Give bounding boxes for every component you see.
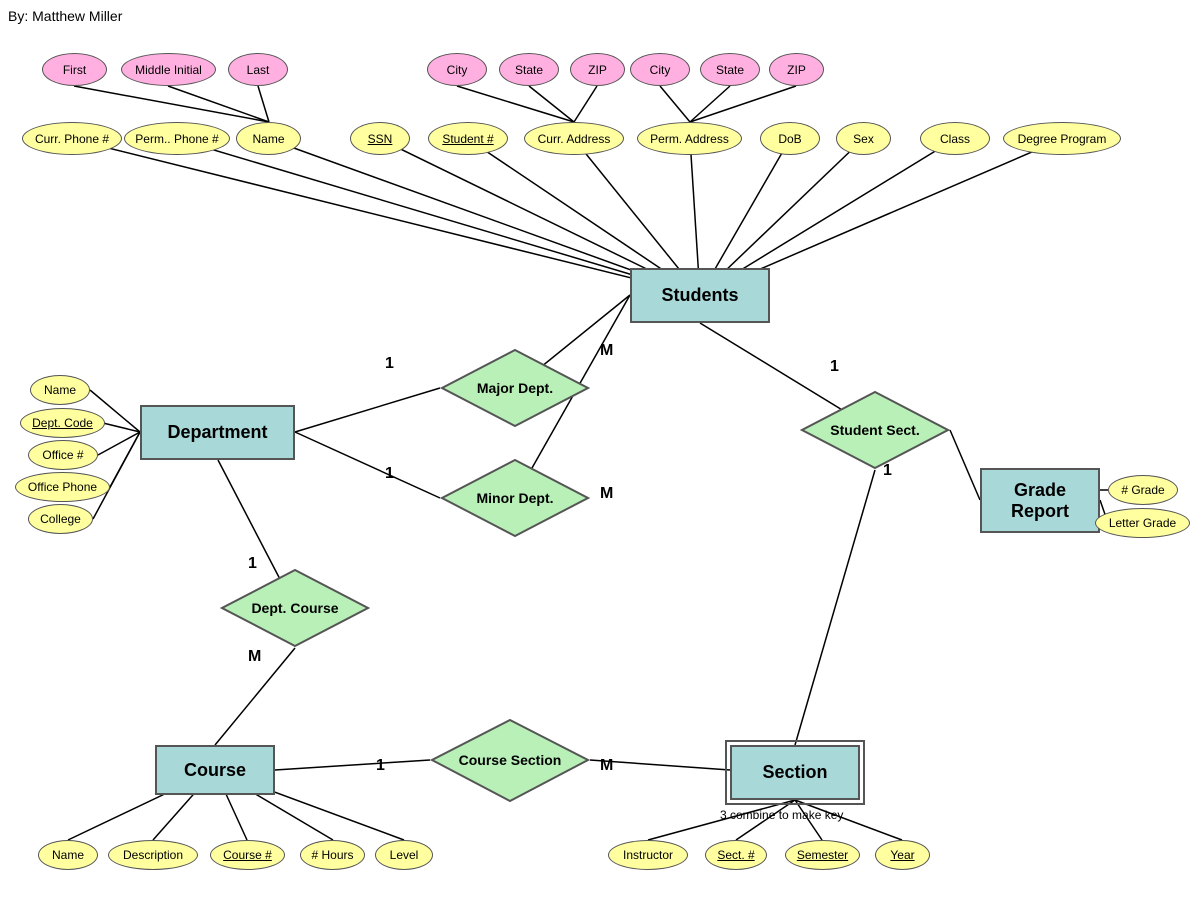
note-section-key: 3 combine to make key [720, 808, 843, 822]
author-label: By: Matthew Miller [8, 8, 122, 24]
card-course-section-m: M [600, 757, 613, 775]
attr-semester: Semester [785, 840, 860, 870]
attr-description: Description [108, 840, 198, 870]
card-major-dept-m: M [600, 342, 613, 360]
attr-level: Level [375, 840, 433, 870]
attr-last: Last [228, 53, 288, 86]
card-minor-dept-1: 1 [385, 465, 394, 483]
entity-course: Course [155, 745, 275, 795]
card-student-sect-1top: 1 [830, 358, 839, 376]
entity-section: Section [730, 745, 860, 800]
card-minor-dept-m: M [600, 485, 613, 503]
attr-dob: DoB [760, 122, 820, 155]
card-student-sect-1bot: 1 [883, 462, 892, 480]
attr-hours: # Hours [300, 840, 365, 870]
attr-office-num: Office # [28, 440, 98, 470]
attr-zip1: ZIP [570, 53, 625, 86]
attr-city2: City [630, 53, 690, 86]
attr-course-num: Course # [210, 840, 285, 870]
card-dept-course-m: M [248, 648, 261, 666]
er-diagram: By: Matthew Miller [0, 0, 1200, 899]
attr-dept-code: Dept. Code [20, 408, 105, 438]
attr-state2: State [700, 53, 760, 86]
attr-sex: Sex [836, 122, 891, 155]
attr-dept-name: Name [30, 375, 90, 405]
entity-department: Department [140, 405, 295, 460]
relation-major-dept: Major Dept. [440, 348, 590, 428]
attr-grade-num: # Grade [1108, 475, 1178, 505]
attr-sect-num: Sect. # [705, 840, 767, 870]
card-major-dept-1: 1 [385, 355, 394, 373]
attr-perm-address: Perm. Address [637, 122, 742, 155]
entity-students: Students [630, 268, 770, 323]
attr-zip2: ZIP [769, 53, 824, 86]
card-course-section-1: 1 [376, 757, 385, 775]
attr-office-phone: Office Phone [15, 472, 110, 502]
attr-student-num: Student # [428, 122, 508, 155]
relation-course-section: Course Section [430, 718, 590, 803]
attr-class: Class [920, 122, 990, 155]
attr-college: College [28, 504, 93, 534]
attr-state1: State [499, 53, 559, 86]
attr-ssn: SSN [350, 122, 410, 155]
attr-first: First [42, 53, 107, 86]
attr-name: Name [236, 122, 301, 155]
relation-student-sect: Student Sect. [800, 390, 950, 470]
attr-course-name: Name [38, 840, 98, 870]
relation-dept-course: Dept. Course [220, 568, 370, 648]
attr-degree-program: Degree Program [1003, 122, 1121, 155]
attr-perm-phone: Perm.. Phone # [124, 122, 230, 155]
relation-minor-dept: Minor Dept. [440, 458, 590, 538]
attr-year: Year [875, 840, 930, 870]
attr-curr-phone: Curr. Phone # [22, 122, 122, 155]
attr-city1: City [427, 53, 487, 86]
attr-instructor: Instructor [608, 840, 688, 870]
card-dept-course-1: 1 [248, 555, 257, 573]
attr-curr-address: Curr. Address [524, 122, 624, 155]
entity-grade-report: Grade Report [980, 468, 1100, 533]
attr-middle-initial: Middle Initial [121, 53, 216, 86]
attr-letter-grade: Letter Grade [1095, 508, 1190, 538]
